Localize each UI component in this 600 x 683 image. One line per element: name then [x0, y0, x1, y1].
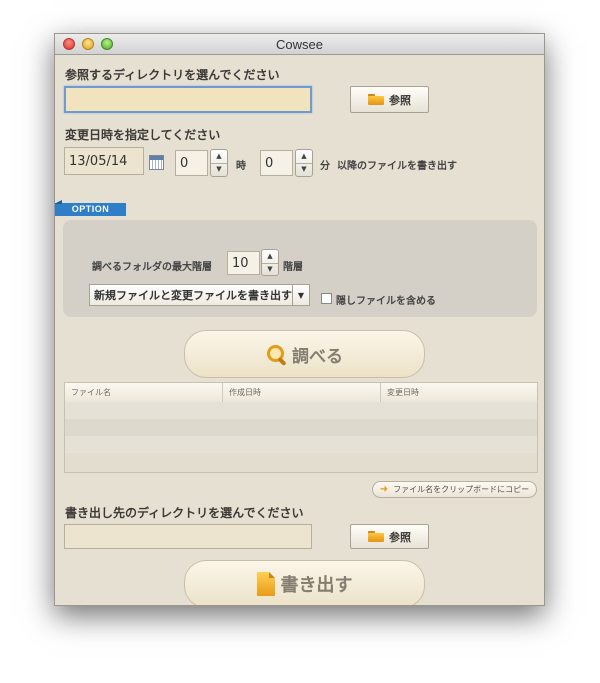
hour-unit: 時 — [236, 161, 246, 172]
hour-field[interactable]: 0 — [175, 150, 208, 176]
option-tag: OPTION — [55, 200, 126, 216]
depth-unit: 階層 — [283, 262, 303, 273]
table-row[interactable] — [65, 436, 537, 453]
hour-up-icon[interactable]: ▲ — [211, 150, 227, 164]
results-table[interactable]: ファイル名 作成日時 変更日時 — [64, 382, 538, 473]
depth-down-icon[interactable]: ▼ — [262, 263, 278, 276]
export-directory-label: 書き出し先のディレクトリを選んでください — [65, 506, 304, 520]
column-filename[interactable]: ファイル名 — [65, 383, 223, 402]
table-row[interactable] — [65, 419, 537, 436]
minute-unit: 分 — [320, 161, 330, 172]
document-icon — [256, 572, 275, 596]
hidden-files-label: 隠しファイルを含める — [336, 296, 436, 307]
main-content: 参照するディレクトリを選んでください 参照 変更日時を指定してください 13/0… — [55, 55, 544, 605]
depth-stepper[interactable]: ▲ ▼ — [261, 249, 279, 276]
export-browse-label: 参照 — [389, 530, 411, 544]
table-header: ファイル名 作成日時 変更日時 — [65, 383, 537, 403]
source-directory-label: 参照するディレクトリを選んでください — [65, 68, 280, 82]
minute-stepper[interactable]: ▲ ▼ — [295, 149, 313, 177]
minute-field[interactable]: 0 — [260, 150, 293, 176]
mode-select[interactable]: 新規ファイルと変更ファイルを書き出す ▼ — [89, 284, 310, 306]
copy-to-clipboard-label: ファイル名をクリップボードにコピー — [393, 485, 530, 494]
minute-down-icon[interactable]: ▼ — [296, 163, 312, 176]
source-directory-field[interactable] — [64, 86, 312, 113]
hour-down-icon[interactable]: ▼ — [211, 163, 227, 176]
source-browse-label: 参照 — [389, 93, 411, 107]
arrow-right-icon: ➜ — [379, 484, 389, 495]
date-label: 変更日時を指定してください — [65, 128, 221, 142]
title-bar[interactable]: Cowsee — [55, 34, 544, 55]
column-modified[interactable]: 変更日時 — [381, 383, 537, 402]
minute-up-icon[interactable]: ▲ — [296, 150, 312, 164]
copy-to-clipboard-button[interactable]: ➜ ファイル名をクリップボードにコピー — [372, 481, 537, 498]
export-directory-field[interactable] — [64, 524, 312, 549]
table-row[interactable] — [65, 402, 537, 419]
folder-icon — [368, 531, 384, 542]
mode-select-value: 新規ファイルと変更ファイルを書き出す — [94, 289, 292, 302]
date-field[interactable]: 13/05/14 — [64, 147, 144, 175]
source-browse-button[interactable]: 参照 — [350, 86, 429, 113]
column-created[interactable]: 作成日時 — [223, 383, 381, 402]
export-button-label: 書き出す — [280, 575, 353, 596]
depth-label: 調べるフォルダの最大階層 — [92, 262, 212, 273]
export-button[interactable]: 書き出す — [184, 560, 425, 605]
depth-field[interactable]: 10 — [227, 251, 260, 275]
export-browse-button[interactable]: 参照 — [350, 524, 429, 549]
date-suffix: 以降のファイルを書き出す — [337, 161, 457, 172]
chevron-down-icon[interactable]: ▼ — [292, 285, 309, 305]
hidden-files-checkbox[interactable] — [321, 293, 332, 304]
hour-stepper[interactable]: ▲ ▼ — [210, 149, 228, 177]
app-window: Cowsee 参照するディレクトリを選んでください 参照 変更日時を指定してくだ… — [54, 33, 545, 606]
search-button-label: 調べる — [292, 346, 343, 367]
window-title: Cowsee — [276, 37, 323, 52]
search-button[interactable]: 調べる — [184, 330, 425, 378]
search-icon — [266, 344, 286, 364]
folder-icon — [368, 94, 384, 105]
calendar-icon[interactable] — [149, 155, 164, 170]
table-row[interactable] — [65, 453, 537, 472]
depth-up-icon[interactable]: ▲ — [262, 250, 278, 264]
